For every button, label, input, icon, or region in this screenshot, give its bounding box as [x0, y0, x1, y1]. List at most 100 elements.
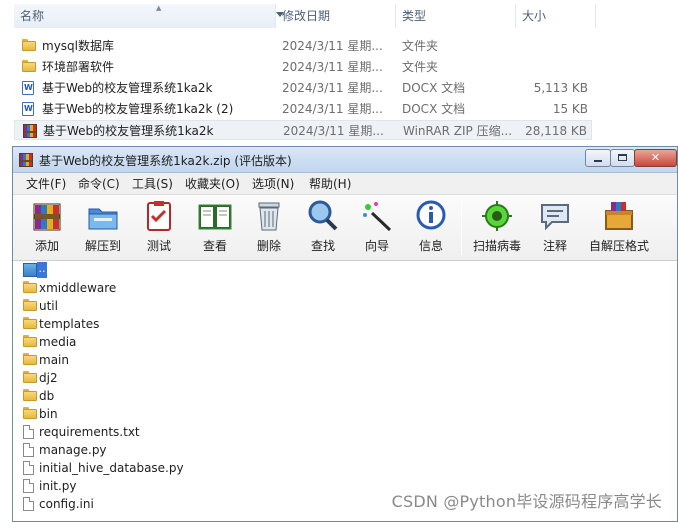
item-type: 文件夹 [402, 39, 439, 53]
item-name: main [39, 353, 69, 367]
add-archive-icon [33, 203, 61, 231]
folder-icon [23, 317, 37, 331]
menu-tools[interactable]: 工具(S) [132, 176, 173, 192]
sfx-button[interactable]: 自解压格式 [589, 199, 649, 257]
file-icon [23, 443, 35, 457]
column-size[interactable]: 大小 [516, 4, 596, 28]
folder-icon [23, 281, 37, 295]
menu-file[interactable]: 文件(F) [26, 176, 66, 192]
scan-virus-button[interactable]: 扫描病毒 [471, 199, 523, 257]
find-button[interactable]: 查找 [297, 199, 349, 257]
winrar-archive-icon [19, 153, 35, 167]
item-name: 基于Web的校友管理系统1ka2k (2) [42, 102, 234, 116]
archive-file-list: .. xmiddleware util templates media main… [13, 261, 677, 521]
folder-icon [23, 407, 37, 421]
column-size-label: 大小 [522, 9, 547, 23]
column-name[interactable]: 名称 ▲ [14, 4, 284, 28]
info-button[interactable]: 信息 [405, 199, 457, 257]
docx-icon [22, 81, 36, 95]
winrar-window: 基于Web的校友管理系统1ka2k.zip (评估版本) ✕ 文件(F) 命令(… [12, 146, 678, 522]
trash-icon [258, 202, 280, 231]
file-icon [23, 497, 35, 511]
menu-help[interactable]: 帮助(H) [309, 176, 351, 192]
sfx-label: 自解压格式 [588, 239, 649, 253]
view-book-icon [198, 204, 232, 230]
item-name: dj2 [39, 371, 58, 385]
info-icon [416, 200, 446, 230]
extract-to-button[interactable]: 解压到 [77, 199, 129, 257]
view-button[interactable]: 查看 [189, 199, 241, 257]
folder-icon [23, 335, 37, 349]
item-name: templates [39, 317, 100, 331]
list-item[interactable]: 环境部署软件 2024/3/11 星期... 文件夹 [14, 57, 592, 77]
item-name: 基于Web的校友管理系统1ka2k [42, 81, 213, 95]
column-name-label: 名称 [20, 9, 45, 23]
watermark-text: CSDN @Python毕设源码程序高学长 [391, 492, 662, 511]
file-icon [23, 479, 35, 493]
find-magnifier-icon [308, 200, 338, 231]
close-button[interactable]: ✕ [634, 149, 677, 167]
comment-button[interactable]: 注释 [529, 199, 581, 257]
toolbar-separator [461, 201, 462, 255]
window-controls: ✕ [585, 149, 677, 167]
file-explorer: 名称 ▲ 修改日期 类型 大小 mysql数据库 2024/3/11 星期...… [0, 0, 678, 150]
item-type: DOCX 文档 [402, 81, 466, 95]
column-type-label: 类型 [402, 9, 427, 23]
test-icon [147, 201, 171, 231]
maximize-icon [618, 154, 627, 161]
item-type: DOCX 文档 [402, 102, 466, 116]
comment-label: 注释 [542, 239, 567, 253]
minimize-icon [594, 160, 602, 162]
list-item[interactable]: 基于Web的校友管理系统1ka2k (2) 2024/3/11 星期... DO… [14, 99, 592, 119]
item-name: config.ini [39, 497, 94, 511]
item-name: 环境部署软件 [42, 60, 115, 74]
delete-button[interactable]: 删除 [243, 199, 295, 257]
close-icon: ✕ [650, 151, 661, 164]
item-date: 2024/3/11 星期... [283, 124, 384, 138]
item-name: util [39, 299, 58, 313]
extract-to-icon [88, 208, 118, 230]
item-type: WinRAR ZIP 压缩... [403, 124, 513, 138]
parent-folder-icon [23, 263, 37, 277]
minimize-button[interactable] [585, 149, 611, 167]
item-name: initial_hive_database.py [39, 461, 184, 475]
test-label: 测试 [146, 239, 171, 253]
maximize-button[interactable] [610, 149, 635, 167]
item-date: 2024/3/11 星期... [282, 60, 383, 74]
item-date: 2024/3/11 星期... [282, 39, 383, 53]
folder-icon [22, 60, 36, 74]
item-size: 15 KB [552, 102, 588, 116]
folder-icon [23, 353, 37, 367]
title-bar[interactable]: 基于Web的校友管理系统1ka2k.zip (评估版本) ✕ [13, 147, 677, 173]
item-name: bin [39, 407, 58, 421]
menu-bar: 文件(F) 命令(C) 工具(S) 收藏夹(O) 选项(N) 帮助(H) [13, 173, 677, 195]
list-item[interactable]: 基于Web的校友管理系统1ka2k 2024/3/11 星期... DOCX 文… [14, 78, 592, 98]
item-size: 5,113 KB [533, 81, 588, 95]
column-type[interactable]: 类型 [396, 4, 516, 28]
column-header: 名称 ▲ 修改日期 类型 大小 [0, 4, 678, 28]
list-item-selected[interactable]: 基于Web的校友管理系统1ka2k 2024/3/11 星期... WinRAR… [14, 120, 592, 140]
menu-options[interactable]: 选项(N) [252, 176, 294, 192]
wizard-wand-icon [363, 202, 392, 232]
menu-commands[interactable]: 命令(C) [78, 176, 120, 192]
folder-icon [23, 389, 37, 403]
add-button[interactable]: 添加 [21, 199, 73, 257]
item-name: manage.py [39, 443, 107, 457]
scan-virus-label: 扫描病毒 [472, 239, 521, 253]
item-date: 2024/3/11 星期... [282, 81, 383, 95]
column-date[interactable]: 修改日期 [276, 4, 396, 28]
window-title: 基于Web的校友管理系统1ka2k.zip (评估版本) [39, 154, 292, 168]
comment-icon [541, 204, 569, 231]
list-item[interactable]: mysql数据库 2024/3/11 星期... 文件夹 [14, 36, 592, 56]
item-name: db [39, 389, 55, 403]
sort-ascending-icon: ▲ [156, 4, 162, 12]
item-date: 2024/3/11 星期... [282, 102, 383, 116]
virus-scan-icon [482, 201, 512, 231]
item-name: requirements.txt [39, 425, 140, 439]
item-name: .. [37, 262, 47, 278]
test-button[interactable]: 测试 [133, 199, 185, 257]
menu-favorites[interactable]: 收藏夹(O) [185, 176, 240, 192]
column-date-label: 修改日期 [282, 9, 331, 23]
folder-icon [23, 299, 37, 313]
wizard-button[interactable]: 向导 [351, 199, 403, 257]
